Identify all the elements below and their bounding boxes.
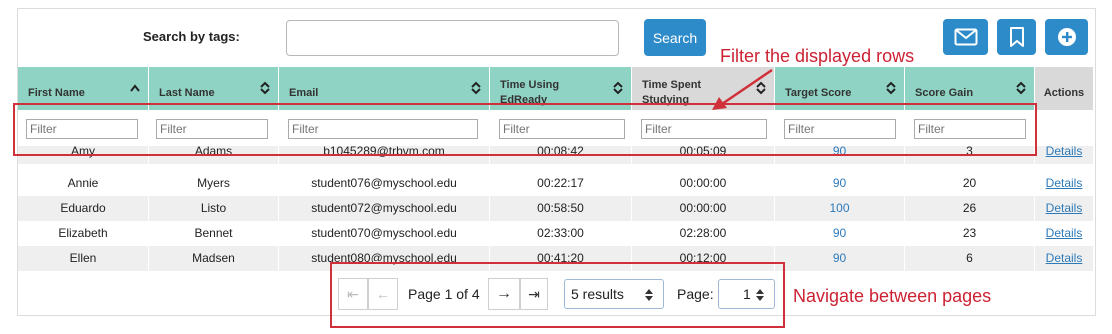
cell-last-name: Listo bbox=[149, 196, 279, 221]
sort-icon bbox=[1016, 81, 1026, 95]
cell-last-name: Madsen bbox=[149, 246, 279, 271]
cell-score-gain: 20 bbox=[905, 171, 1035, 196]
cell-time-using: 02:33:00 bbox=[490, 221, 632, 246]
email-button[interactable] bbox=[943, 19, 988, 55]
cell-first-name: Annie bbox=[18, 171, 149, 196]
cell-first-name: Eduardo bbox=[18, 196, 149, 221]
search-button[interactable]: Search bbox=[644, 19, 706, 56]
sort-icon bbox=[471, 81, 481, 95]
cell-last-name: Bennet bbox=[149, 221, 279, 246]
cell-target-score: 90 bbox=[775, 171, 905, 196]
cell-time-studying: 00:00:00 bbox=[632, 171, 775, 196]
cell-target-score: 90 bbox=[775, 246, 905, 271]
cell-time-studying: 00:00:00 bbox=[632, 196, 775, 221]
bookmark-icon bbox=[1009, 27, 1024, 47]
cell-score-gain: 26 bbox=[905, 196, 1035, 221]
search-input[interactable] bbox=[286, 20, 619, 56]
table-row: Elizabeth Bennet student070@myschool.edu… bbox=[18, 221, 1094, 246]
column-label: Target Score bbox=[785, 86, 852, 99]
column-label: Actions bbox=[1043, 86, 1085, 99]
cell-email: student076@myschool.edu bbox=[279, 171, 490, 196]
column-label: Score Gain bbox=[915, 86, 974, 99]
table-row: Annie Myers student076@myschool.edu 00:2… bbox=[18, 171, 1094, 196]
cell-time-using: 00:58:50 bbox=[490, 196, 632, 221]
details-link[interactable]: Details bbox=[1046, 146, 1083, 158]
filter-annotation-box bbox=[13, 103, 1037, 156]
details-link[interactable]: Details bbox=[1046, 251, 1083, 265]
plus-circle-icon bbox=[1057, 28, 1076, 46]
cell-first-name: Ellen bbox=[18, 246, 149, 271]
bookmark-button[interactable] bbox=[997, 19, 1036, 55]
cell-email: student072@myschool.edu bbox=[279, 196, 490, 221]
sort-icon bbox=[260, 81, 270, 95]
search-label: Search by tags: bbox=[143, 29, 240, 44]
cell-score-gain: 6 bbox=[905, 246, 1035, 271]
add-button[interactable] bbox=[1045, 19, 1088, 55]
cell-score-gain: 23 bbox=[905, 221, 1035, 246]
sort-icon bbox=[886, 81, 896, 95]
column-label: Last Name bbox=[159, 86, 215, 99]
pager-annotation-box bbox=[330, 262, 785, 328]
sort-asc-icon bbox=[130, 84, 140, 92]
details-link[interactable]: Details bbox=[1046, 176, 1083, 190]
cell-time-using: 00:22:17 bbox=[490, 171, 632, 196]
sort-icon bbox=[613, 81, 623, 95]
column-header-actions: Actions bbox=[1035, 67, 1094, 110]
column-label: Email bbox=[289, 86, 319, 99]
table-row: Eduardo Listo student072@myschool.edu 00… bbox=[18, 196, 1094, 221]
annotation-arrow-icon bbox=[712, 68, 773, 110]
pager-annotation-text: Navigate between pages bbox=[793, 286, 992, 306]
cell-first-name: Elizabeth bbox=[18, 221, 149, 246]
column-label: First Name bbox=[28, 86, 85, 99]
details-link[interactable]: Details bbox=[1046, 201, 1083, 215]
cell-email: student070@myschool.edu bbox=[279, 221, 490, 246]
filter-annotation-text: Filter the displayed rows bbox=[720, 46, 915, 66]
cell-target-score: 90 bbox=[775, 221, 905, 246]
envelope-icon bbox=[954, 28, 977, 46]
cell-last-name: Myers bbox=[149, 171, 279, 196]
details-link[interactable]: Details bbox=[1046, 226, 1083, 240]
cell-target-score: 100 bbox=[775, 196, 905, 221]
cell-time-studying: 02:28:00 bbox=[632, 221, 775, 246]
